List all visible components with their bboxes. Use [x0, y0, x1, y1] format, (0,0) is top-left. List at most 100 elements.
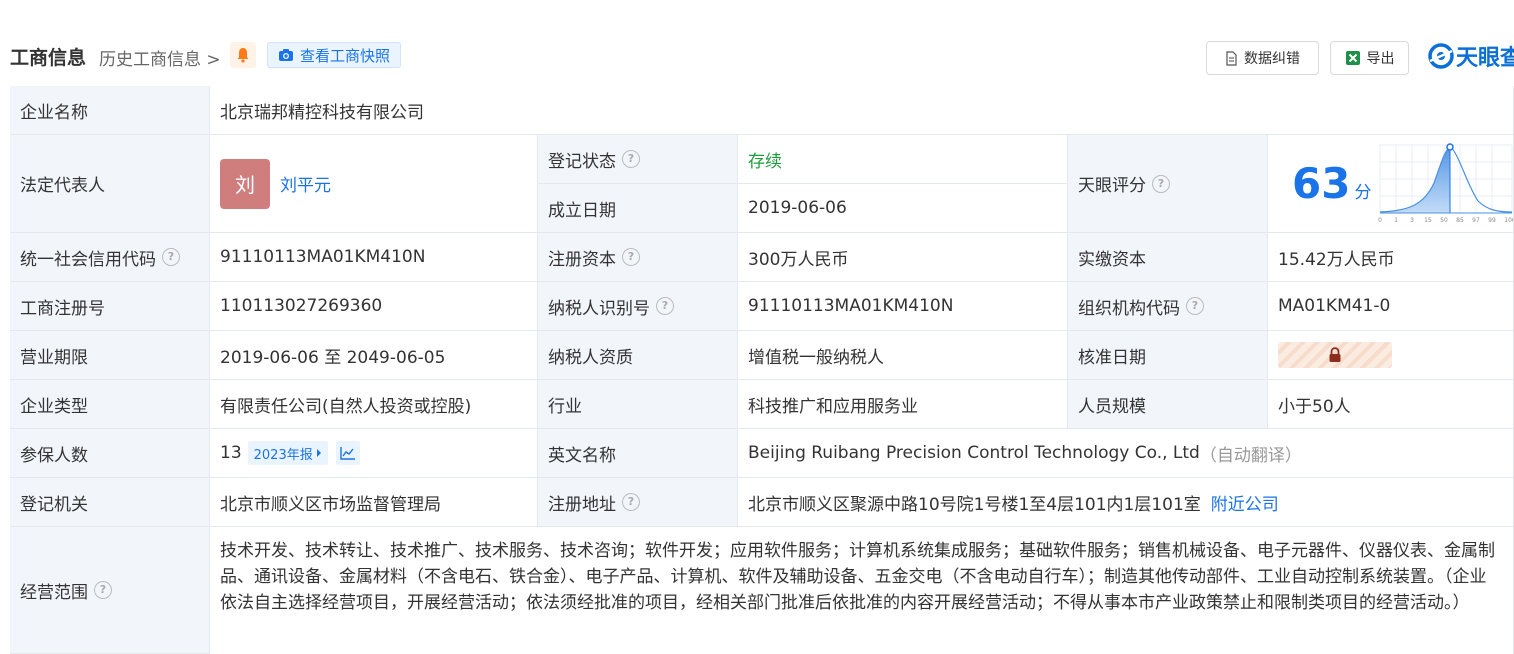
- insured-count-number: 13: [220, 443, 242, 463]
- legal-rep-avatar[interactable]: 刘: [220, 158, 270, 209]
- label-company-type: 企业类型: [10, 380, 210, 429]
- value-credit-code: 91110113MA01KM410N: [210, 233, 538, 282]
- value-biz-reg-no: 110113027269360: [210, 282, 538, 331]
- chevron-right-icon: >: [206, 50, 221, 70]
- help-icon[interactable]: ?: [622, 493, 640, 511]
- help-icon[interactable]: ?: [162, 248, 180, 266]
- legal-rep-link[interactable]: 刘平元: [280, 171, 331, 196]
- line-chart-icon: [340, 447, 355, 460]
- label-staff-size: 人员规模: [1068, 380, 1268, 429]
- label-reg-capital-text: 注册资本: [548, 249, 616, 270]
- annual-report-year-label: 2023年报: [253, 447, 313, 463]
- label-tianyan-score: 天眼评分 ?: [1068, 135, 1268, 233]
- value-biz-term: 2019-06-06 至 2049-06-05: [210, 331, 538, 380]
- score-number: 63: [1292, 159, 1351, 208]
- value-reg-authority: 北京市顺义区市场监督管理局: [210, 478, 538, 527]
- label-establish-date: 成立日期: [538, 184, 738, 233]
- label-paid-capital: 实缴资本: [1068, 233, 1268, 282]
- score-tick-label: 100: [1504, 217, 1514, 224]
- brand-logo-icon: [1428, 43, 1454, 69]
- camera-icon: [279, 49, 293, 61]
- help-icon[interactable]: ?: [622, 248, 640, 266]
- label-taxpayer-id-text: 纳税人识别号: [548, 298, 650, 319]
- label-industry: 行业: [538, 380, 738, 429]
- help-icon[interactable]: ?: [622, 150, 640, 168]
- score-tick-label: 3: [1410, 217, 1414, 224]
- label-reg-authority: 登记机关: [10, 478, 210, 527]
- brand-logo[interactable]: 天眼查: [1428, 40, 1514, 72]
- label-biz-reg-no: 工商注册号: [10, 282, 210, 331]
- value-insured-count: 13 2023年报: [210, 429, 538, 478]
- label-credit-code-text: 统一社会信用代码: [20, 249, 156, 270]
- label-company-name: 企业名称: [10, 86, 210, 135]
- score-tick-label: 15: [1424, 217, 1432, 224]
- lock-icon: [1329, 347, 1341, 362]
- english-name-text: Beijing Ruibang Precision Control Techno…: [748, 443, 1200, 463]
- trend-chart-button[interactable]: [335, 441, 360, 465]
- value-approval-date: [1268, 331, 1514, 380]
- data-correction-button[interactable]: 数据纠错: [1206, 41, 1319, 75]
- help-icon[interactable]: ?: [1152, 174, 1170, 193]
- score-unit: 分: [1354, 183, 1372, 203]
- section-header: 工商信息 历史工商信息 > 查看工商快照 数据纠错 导出 天眼查: [0, 0, 1514, 86]
- label-biz-scope-text: 经营范围: [20, 582, 88, 603]
- score-tick-label: 50: [1440, 217, 1448, 224]
- value-legal-rep: 刘 刘平元: [210, 135, 538, 233]
- value-paid-capital: 15.42万人民币: [1268, 233, 1514, 282]
- nearby-companies-link[interactable]: 附近公司: [1211, 490, 1279, 515]
- value-establish-date: 2019-06-06: [738, 184, 1068, 233]
- help-icon[interactable]: ?: [1186, 297, 1204, 315]
- value-staff-size: 小于50人: [1268, 380, 1514, 429]
- help-icon[interactable]: ?: [656, 297, 674, 315]
- monitor-button[interactable]: [230, 42, 256, 68]
- value-org-code: MA01KM41-0: [1268, 282, 1514, 331]
- help-icon[interactable]: ?: [94, 581, 112, 599]
- value-industry: 科技推广和应用服务业: [738, 380, 1068, 429]
- export-label: 导出: [1366, 51, 1395, 67]
- score-tick-label: 85: [1456, 217, 1464, 224]
- label-insured-count: 参保人数: [10, 429, 210, 478]
- annual-report-year-tag[interactable]: 2023年报: [247, 441, 328, 465]
- label-biz-scope: 经营范围 ?: [10, 527, 210, 654]
- label-taxpayer-qual: 纳税人资质: [538, 331, 738, 380]
- value-reg-status: 存续: [738, 135, 1068, 184]
- label-credit-code: 统一社会信用代码 ?: [10, 233, 210, 282]
- value-reg-capital: 300万人民币: [738, 233, 1068, 282]
- data-correction-label: 数据纠错: [1244, 51, 1300, 67]
- vip-locked-field[interactable]: [1278, 342, 1392, 368]
- score-tick-label: 1: [1394, 217, 1398, 224]
- label-org-code-text: 组织机构代码: [1078, 298, 1180, 319]
- value-taxpayer-qual: 增值税一般纳税人: [738, 331, 1068, 380]
- section-title: 工商信息: [10, 47, 87, 69]
- excel-icon: [1345, 51, 1360, 65]
- label-taxpayer-id: 纳税人识别号 ?: [538, 282, 738, 331]
- snapshot-button-label: 查看工商快照: [300, 46, 391, 65]
- document-icon: [1226, 50, 1237, 66]
- value-company-type: 有限责任公司(自然人投资或控股): [210, 380, 538, 429]
- snapshot-button[interactable]: 查看工商快照: [267, 42, 402, 68]
- label-reg-address: 注册地址 ?: [538, 478, 738, 527]
- score-tick-label: 99: [1488, 217, 1496, 224]
- value-reg-address: 北京市顺义区聚源中路10号院1号楼1至4层101内1层101室 附近公司: [738, 478, 1514, 527]
- label-org-code: 组织机构代码 ?: [1068, 282, 1268, 331]
- label-tianyan-score-text: 天眼评分: [1078, 176, 1146, 196]
- bell-icon: [237, 48, 249, 63]
- value-english-name: Beijing Ruibang Precision Control Techno…: [738, 429, 1514, 478]
- label-reg-address-text: 注册地址: [548, 494, 616, 515]
- value-biz-scope: 技术开发、技术转让、技术推广、技术服务、技术咨询；软件开发；应用软件服务；计算机…: [210, 527, 1514, 654]
- label-reg-status: 登记状态 ?: [538, 135, 738, 184]
- score-distribution-chart: 0 1 3 15 50 85 97 99 100: [1378, 143, 1514, 224]
- history-info-label: 历史工商信息: [99, 50, 201, 70]
- value-company-name: 北京瑞邦精控科技有限公司: [210, 86, 1514, 135]
- label-reg-status-text: 登记状态: [548, 151, 616, 172]
- label-legal-rep: 法定代表人: [10, 135, 210, 233]
- value-taxpayer-id: 91110113MA01KM410N: [738, 282, 1068, 331]
- value-tianyan-score[interactable]: 63 分 0 1 3 15 50 85 97 99 100: [1268, 135, 1514, 233]
- score-tick-label: 0: [1378, 217, 1382, 224]
- label-english-name: 英文名称: [538, 429, 738, 478]
- auto-translate-note: （自动翻译）: [1199, 445, 1302, 466]
- export-button[interactable]: 导出: [1330, 41, 1409, 75]
- brand-name: 天眼查: [1456, 46, 1514, 71]
- history-info-link[interactable]: 历史工商信息 >: [99, 45, 221, 70]
- label-biz-term: 营业期限: [10, 331, 210, 380]
